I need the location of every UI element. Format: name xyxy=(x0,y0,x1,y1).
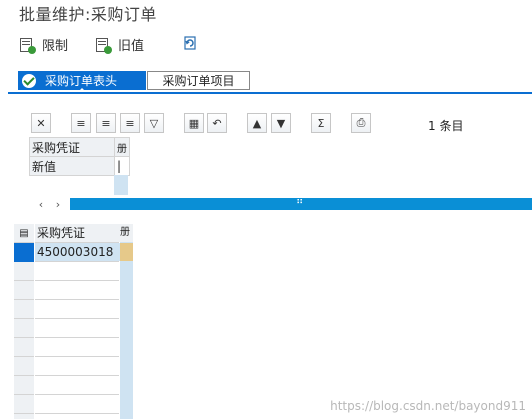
find-icon[interactable]: ▦ xyxy=(184,113,204,133)
restrict-label: 限制 xyxy=(42,39,69,54)
print-icon[interactable]: ⎙ xyxy=(351,113,371,133)
detail3-icon[interactable]: ≡ xyxy=(120,113,140,133)
layout-icon[interactable]: ▤ xyxy=(14,224,34,242)
result-grid: ▤ 采购凭证 4500003018 册 xyxy=(14,224,134,419)
entry-count: 1 条目 xyxy=(428,119,464,133)
document-filter-icon xyxy=(20,37,36,54)
tab-po-item[interactable]: 采购订单项目 xyxy=(147,71,250,90)
col-header-extra[interactable]: 册 xyxy=(114,137,130,157)
new-value-grid: 采购凭证 册 新值 | xyxy=(29,137,130,176)
filter-icon[interactable]: ▽ xyxy=(144,113,164,133)
old-value-button[interactable]: 旧值 xyxy=(96,35,144,54)
scrollbar-thumb[interactable]: ⠿ xyxy=(70,196,532,210)
col-header-doc-bottom[interactable]: 采购凭证 xyxy=(35,224,121,242)
extra-cell[interactable] xyxy=(120,243,133,261)
scroll-right-icon[interactable]: › xyxy=(52,198,64,211)
new-value-input[interactable]: | xyxy=(114,156,130,176)
checkmark-icon xyxy=(22,73,36,88)
watermark: https://blog.csdn.net/bayond911 xyxy=(330,399,526,413)
tabstrip-divider xyxy=(8,92,532,94)
sort-descending-icon[interactable]: ▼ xyxy=(271,113,291,133)
select-all-icon[interactable]: ✕ xyxy=(31,113,51,133)
old-value-label: 旧值 xyxy=(118,39,145,54)
column-shade xyxy=(114,175,128,195)
restrict-button[interactable]: 限制 xyxy=(20,35,68,54)
page-title: 批量维护:采购订单 xyxy=(19,5,157,24)
detail-icon[interactable]: ≡ xyxy=(71,113,91,133)
doc-cell[interactable]: 4500003018 xyxy=(35,243,121,261)
scrollbar-grip: ⠿ xyxy=(296,196,304,207)
scroll-left-icon[interactable]: ‹ xyxy=(35,198,47,211)
sort-ascending-icon[interactable]: ▲ xyxy=(247,113,267,133)
tab-po-header-label: 采购订单表头 xyxy=(45,74,118,88)
col-header-extra-bottom[interactable]: 册 xyxy=(120,224,133,242)
refresh-icon[interactable] xyxy=(181,34,199,52)
sum-icon[interactable]: Σ xyxy=(311,113,331,133)
row-selector-selected[interactable] xyxy=(14,243,34,262)
document-old-value-icon xyxy=(96,37,112,54)
undo-icon[interactable]: ↶ xyxy=(207,113,227,133)
col-header-doc[interactable]: 采购凭证 xyxy=(29,137,115,157)
detail2-icon[interactable]: ≡ xyxy=(96,113,116,133)
new-value-label: 新值 xyxy=(29,156,115,176)
tab-po-item-label: 采购订单项目 xyxy=(162,74,235,88)
